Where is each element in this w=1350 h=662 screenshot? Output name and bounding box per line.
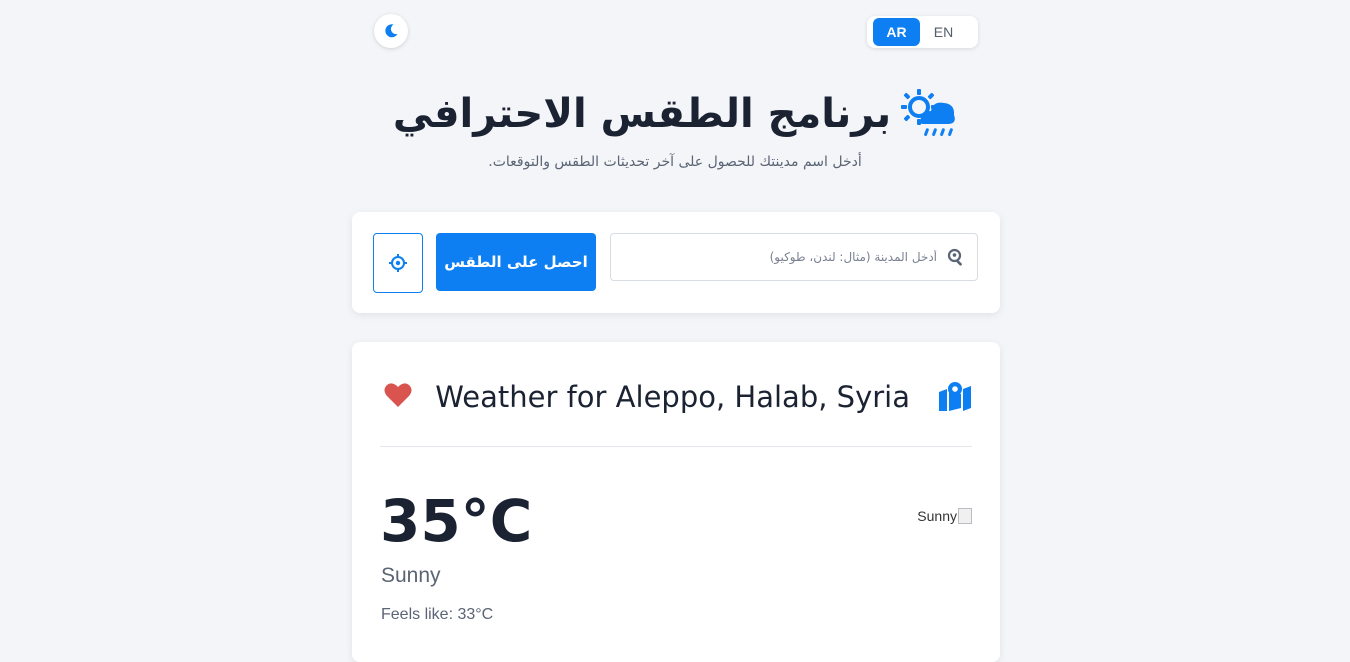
theme-toggle-button[interactable] <box>374 14 408 48</box>
sun-rain-cloud-icon <box>901 89 955 137</box>
search-location-icon <box>947 248 962 266</box>
page-title: برنامج الطقس الاحترافي <box>392 91 892 137</box>
temperature: 35°C <box>380 487 533 555</box>
language-option-en[interactable]: EN <box>920 18 967 46</box>
weather-card: Weather for Aleppo, Halab, Syria 35°C Su… <box>352 342 1000 662</box>
language-switch: AR EN <box>867 16 978 48</box>
search-input[interactable] <box>623 241 939 273</box>
page-subtitle: أدخل اسم مدينتك للحصول على آخر تحديثات ا… <box>488 154 862 170</box>
moon-icon <box>385 24 398 38</box>
weather-image: Sunny <box>917 508 972 524</box>
language-option-ar[interactable]: AR <box>873 18 920 46</box>
search-field <box>610 233 978 281</box>
location-title: Weather for Aleppo, Halab, Syria <box>435 380 910 414</box>
favorite-button[interactable] <box>384 382 412 412</box>
search-card: احصل على الطقس <box>352 212 1000 313</box>
feels-like: Feels like: 33°C <box>381 606 494 623</box>
broken-image-icon <box>958 508 972 524</box>
weather-condition: Sunny <box>381 564 441 587</box>
get-weather-button[interactable]: احصل على الطقس <box>436 233 596 291</box>
page-header: برنامج الطقس الاحترافي أدخل اسم مدينتك ل… <box>0 84 1350 170</box>
heart-icon <box>384 383 412 407</box>
weather-image-alt: Sunny <box>917 508 957 524</box>
weather-header: Weather for Aleppo, Halab, Syria <box>380 378 972 447</box>
crosshair-icon <box>389 254 407 272</box>
map-icon <box>939 382 971 411</box>
current-location-button[interactable] <box>373 233 423 293</box>
